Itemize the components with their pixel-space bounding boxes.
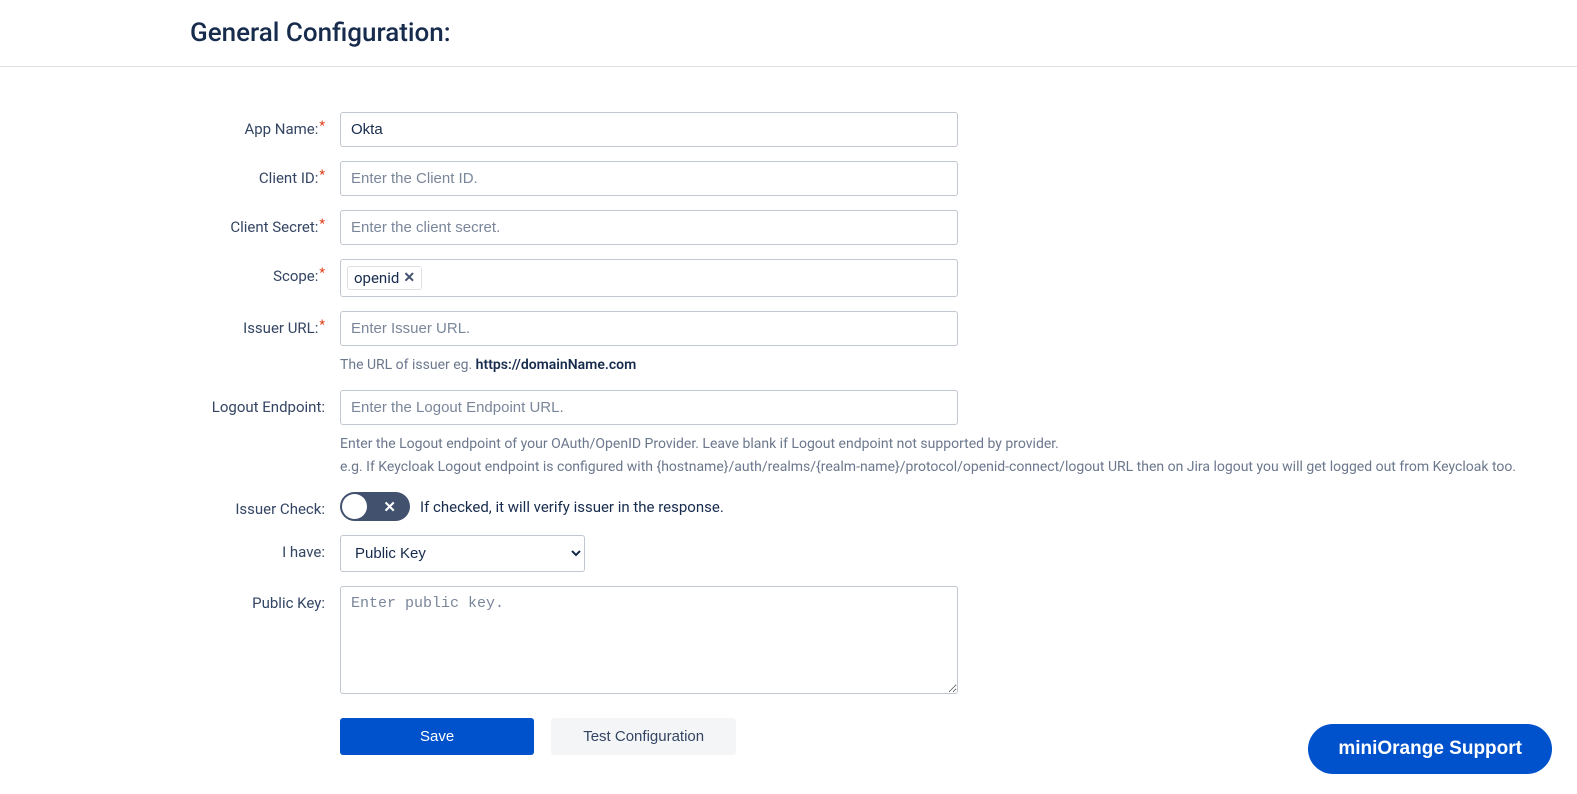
client-id-field-wrapper	[340, 161, 958, 196]
test-configuration-button[interactable]: Test Configuration	[551, 718, 736, 755]
scope-tag-label: openid	[354, 269, 399, 287]
client-id-label: Client ID:*	[190, 161, 340, 187]
client-secret-input[interactable]	[340, 210, 958, 245]
form-container: App Name:* Client ID:* Client Secret:* S…	[0, 67, 1577, 775]
public-key-field-wrapper	[340, 586, 958, 698]
remove-tag-icon[interactable]: ✕	[403, 270, 415, 286]
logout-endpoint-help: Enter the Logout endpoint of your OAuth/…	[340, 433, 1517, 478]
issuer-url-label: Issuer URL:*	[190, 311, 340, 337]
i-have-label: I have:	[190, 535, 340, 561]
logout-endpoint-row: Logout Endpoint: Enter the Logout endpoi…	[190, 390, 1517, 478]
issuer-check-field-wrapper: ✕ If checked, it will verify issuer in t…	[340, 492, 958, 521]
save-button[interactable]: Save	[340, 718, 534, 755]
logout-endpoint-input[interactable]	[340, 390, 958, 425]
app-name-input[interactable]	[340, 112, 958, 147]
app-name-field-wrapper	[340, 112, 958, 147]
logout-endpoint-label: Logout Endpoint:	[190, 390, 340, 416]
i-have-field-wrapper: Public Key	[340, 535, 958, 572]
issuer-check-row: Issuer Check: ✕ If checked, it will veri…	[190, 492, 1517, 521]
scope-row: Scope:* openid ✕	[190, 259, 1517, 297]
client-id-row: Client ID:*	[190, 161, 1517, 196]
client-secret-label: Client Secret:*	[190, 210, 340, 236]
logout-endpoint-field-wrapper: Enter the Logout endpoint of your OAuth/…	[340, 390, 1517, 478]
client-secret-field-wrapper	[340, 210, 958, 245]
issuer-check-toggle-wrapper: ✕ If checked, it will verify issuer in t…	[340, 492, 958, 521]
issuer-url-row: Issuer URL:* The URL of issuer eg. https…	[190, 311, 1517, 376]
issuer-url-field-wrapper: The URL of issuer eg. https://domainName…	[340, 311, 1517, 376]
client-secret-row: Client Secret:*	[190, 210, 1517, 245]
scope-field-wrapper: openid ✕	[340, 259, 958, 297]
page-title: General Configuration:	[190, 18, 1577, 48]
app-name-label: App Name:*	[190, 112, 340, 138]
toggle-knob	[342, 494, 367, 519]
support-button[interactable]: miniOrange Support	[1308, 724, 1552, 774]
public-key-textarea[interactable]	[340, 586, 958, 694]
issuer-check-label: Issuer Check:	[190, 492, 340, 518]
app-name-row: App Name:*	[190, 112, 1517, 147]
i-have-select[interactable]: Public Key	[340, 535, 585, 572]
issuer-url-help: The URL of issuer eg. https://domainName…	[340, 354, 1517, 376]
i-have-row: I have: Public Key	[190, 535, 1517, 572]
close-icon: ✕	[383, 498, 396, 516]
issuer-check-description: If checked, it will verify issuer in the…	[420, 498, 724, 516]
scope-input[interactable]: openid ✕	[340, 259, 958, 297]
scope-label: Scope:*	[190, 259, 340, 285]
scope-tag-openid: openid ✕	[347, 266, 422, 290]
client-id-input[interactable]	[340, 161, 958, 196]
issuer-url-input[interactable]	[340, 311, 958, 346]
public-key-row: Public Key:	[190, 586, 1517, 698]
public-key-label: Public Key:	[190, 586, 340, 612]
header-section: General Configuration:	[0, 0, 1577, 67]
issuer-check-toggle[interactable]: ✕	[340, 492, 410, 521]
